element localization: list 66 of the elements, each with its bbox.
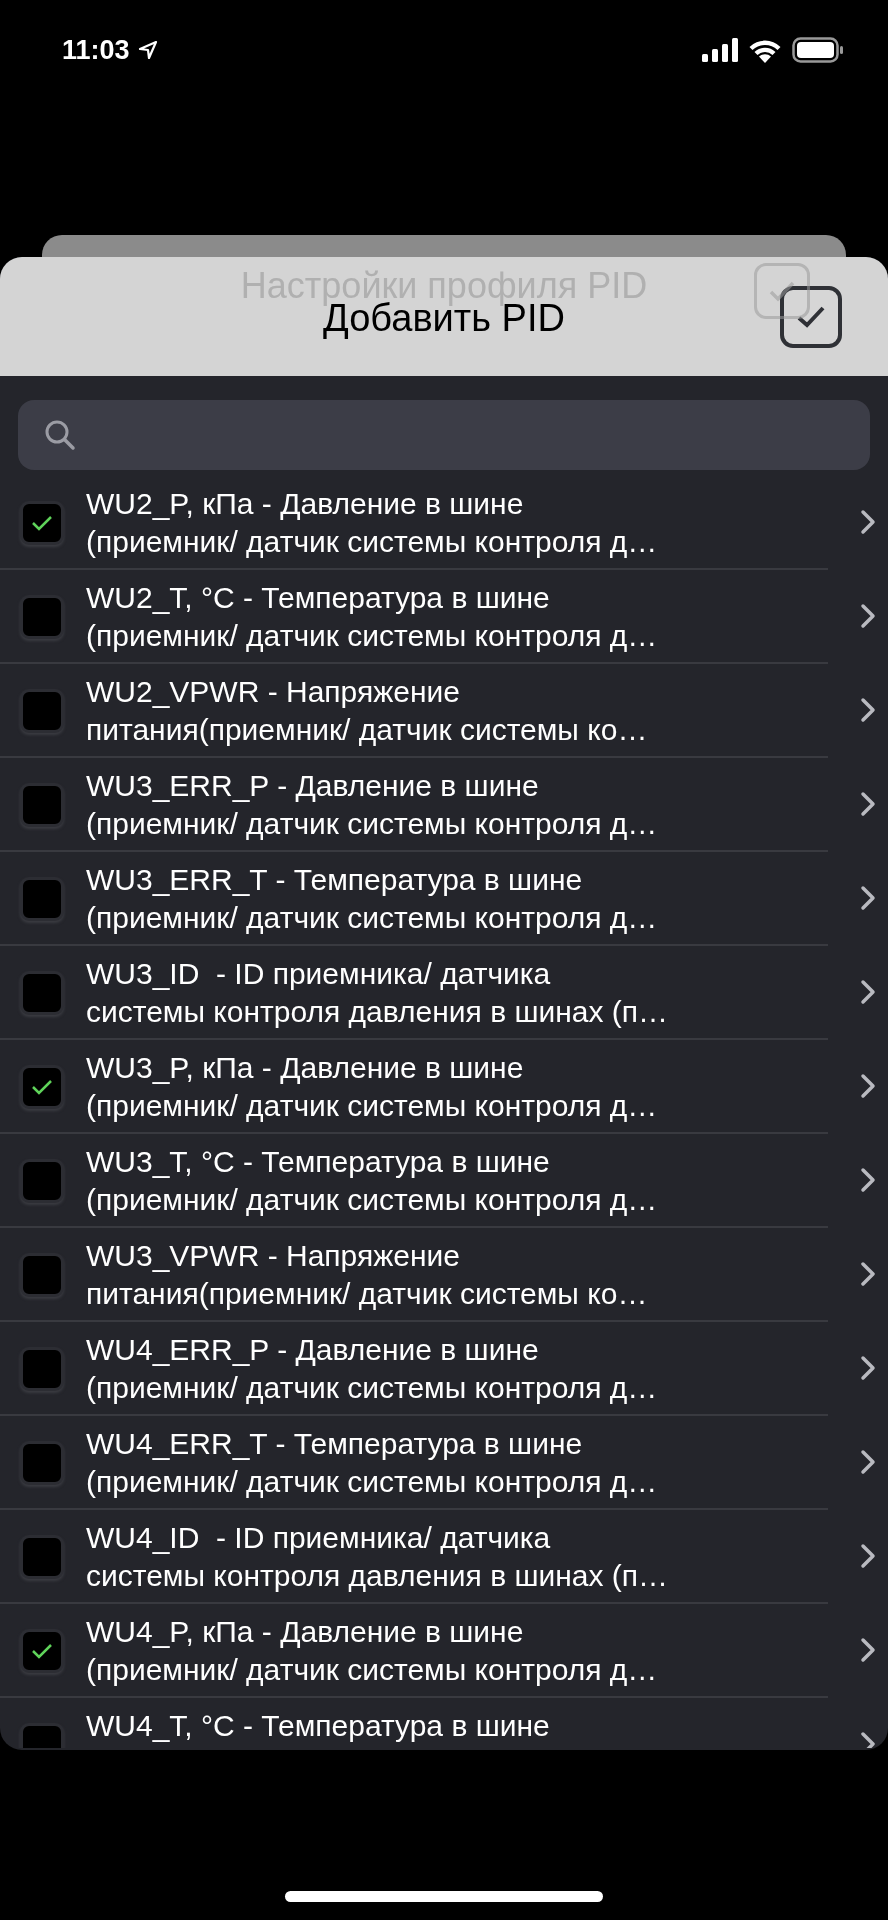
checkbox[interactable] [20,1347,64,1391]
chevron-right-icon [860,1449,876,1475]
list-item[interactable]: WU2_T, °C - Температура в шине (приемник/ датчик системы контроля д… [0,570,828,664]
list-item[interactable]: WU4_ERR_T - Температура в шине (приемник/ датчик системы контроля д… [0,1416,828,1510]
item-label: WU4_ERR_P - Давление в шине (приемник/ датчик системы контроля д… [86,1332,658,1406]
check-icon [795,304,827,330]
checkbox[interactable] [20,971,64,1015]
checkbox[interactable] [20,1253,64,1297]
chevron-right-icon [860,509,876,535]
check-icon [31,1079,53,1095]
checkbox[interactable] [20,1441,64,1485]
list-item[interactable]: WU4_T, °C - Температура в шине [0,1698,828,1748]
checkbox[interactable] [20,1065,64,1109]
item-label: WU4_ID - ID приемника/ датчика системы контроля давления в шинах (п… [86,1520,669,1594]
checkbox[interactable] [20,689,64,733]
item-label: WU2_T, °C - Температура в шине (приемник/ датчик системы контроля д… [86,580,658,654]
chevron-right-icon [860,1543,876,1569]
list-item[interactable]: WU3_VPWR - Напряжение питания(приемник/ датчик системы ко… [0,1228,828,1322]
list-item[interactable]: WU2_P, кПа - Давление в шине (приемник/ датчик системы контроля д… [0,490,828,570]
item-label: WU3_ERR_T - Температура в шине (приемник/ датчик системы контроля д… [86,862,658,936]
checkbox[interactable] [20,501,64,545]
list-item[interactable]: WU3_P, кПа - Давление в шине (приемник/ датчик системы контроля д… [0,1040,828,1134]
search-field[interactable] [18,400,870,470]
item-label: WU3_ERR_P - Давление в шине (приемник/ датчик системы контроля д… [86,768,658,842]
clock-time: 11:03 [62,34,130,66]
chevron-right-icon [860,885,876,911]
item-label: WU3_T, °C - Температура в шине (приемник/ датчик системы контроля д… [86,1144,658,1218]
signal-icon [702,38,738,62]
item-label: WU3_VPWR - Напряжение питания(приемник/ датчик системы ко… [86,1238,648,1312]
chevron-right-icon [860,697,876,723]
checkbox[interactable] [20,877,64,921]
list-item[interactable]: WU4_ERR_P - Давление в шине (приемник/ датчик системы контроля д… [0,1322,828,1416]
item-label: WU2_P, кПа - Давление в шине (приемник/ датчик системы контроля д… [86,490,658,560]
chevron-right-icon [860,603,876,629]
list-item[interactable]: WU4_P, кПа - Давление в шине (приемник/ датчик системы контроля д… [0,1604,828,1698]
list-item[interactable]: WU3_ID - ID приемника/ датчика системы контроля давления в шинах (п… [0,946,828,1040]
battery-icon [792,37,844,63]
item-label: WU2_VPWR - Напряжение питания(приемник/ датчик системы ко… [86,674,648,748]
list-item[interactable]: WU2_VPWR - Напряжение питания(приемник/ датчик системы ко… [0,664,828,758]
item-label: WU4_P, кПа - Давление в шине (приемник/ датчик системы контроля д… [86,1614,658,1688]
item-label: WU3_ID - ID приемника/ датчика системы контроля давления в шинах (п… [86,956,669,1030]
item-label: WU4_ERR_T - Температура в шине (приемник/ датчик системы контроля д… [86,1426,658,1500]
checkbox[interactable] [20,783,64,827]
check-icon [31,1643,53,1659]
chevron-right-icon [860,1073,876,1099]
check-icon [767,279,797,303]
location-arrow-icon [137,40,158,60]
search-icon [44,419,76,451]
confirm-button[interactable] [780,286,842,348]
list-item[interactable]: WU3_ERR_T - Температура в шине (приемник/ датчик системы контроля д… [0,852,828,946]
chevron-right-icon [860,1637,876,1663]
check-icon [31,515,53,531]
chevron-right-icon [860,791,876,817]
chevron-right-icon [860,1261,876,1287]
chevron-right-icon [860,979,876,1005]
checkbox[interactable] [20,1629,64,1673]
list-item[interactable]: WU3_T, °C - Температура в шине (приемник/ датчик системы контроля д… [0,1134,828,1228]
chevron-right-icon [860,1167,876,1193]
chevron-right-icon [860,1355,876,1381]
checkbox[interactable] [20,1159,64,1203]
list-item[interactable]: WU4_ID - ID приемника/ датчика системы контроля давления в шинах (п… [0,1510,828,1604]
item-label: WU3_P, кПа - Давление в шине (приемник/ датчик системы контроля д… [86,1050,658,1124]
item-label: WU4_T, °C - Температура в шине [86,1708,550,1744]
checkbox[interactable] [20,595,64,639]
list-item[interactable]: WU3_ERR_P - Давление в шине (приемник/ датчик системы контроля д… [0,758,828,852]
checkbox[interactable] [20,1535,64,1579]
